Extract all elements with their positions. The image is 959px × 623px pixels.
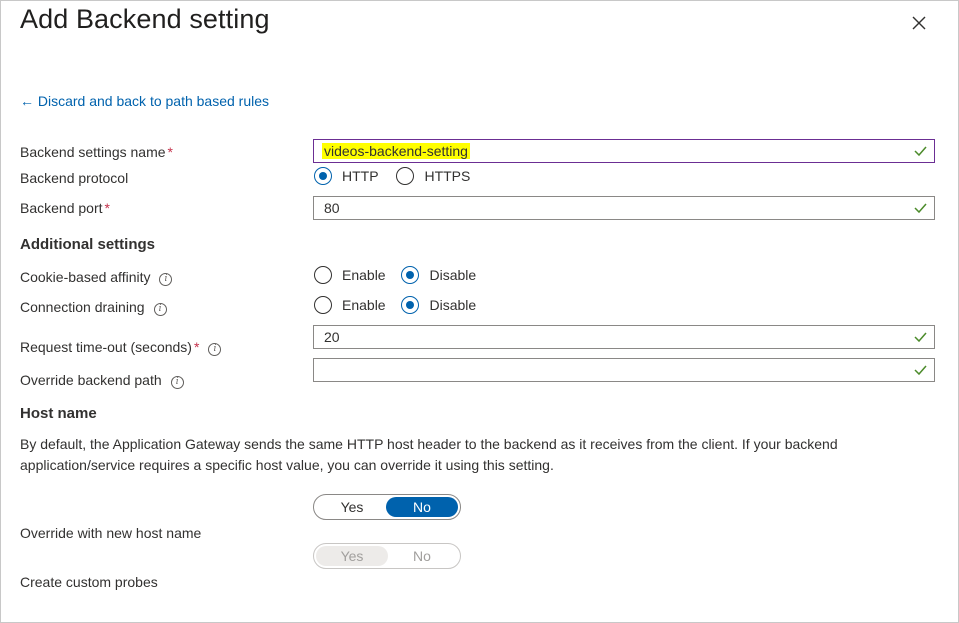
radio-selected-icon	[401, 296, 420, 314]
draining-disable-label: Disable	[429, 297, 477, 313]
info-icon[interactable]: i	[159, 273, 173, 286]
valid-check-icon	[914, 203, 927, 214]
backend-port-value: 80	[324, 200, 340, 216]
override-path-input[interactable]	[313, 358, 935, 382]
required-mark: *	[167, 144, 173, 160]
override-host-no[interactable]: No	[386, 497, 458, 517]
draining-enable-radio[interactable]: Enable	[314, 296, 386, 314]
custom-probes-yes: Yes	[316, 546, 388, 566]
override-host-label: Override with new host name	[20, 525, 202, 541]
valid-check-icon	[914, 332, 927, 343]
backend-port-input[interactable]: 80	[313, 196, 935, 220]
protocol-http-radio[interactable]: HTTP	[314, 167, 379, 185]
additional-settings-heading: Additional settings	[20, 236, 155, 253]
host-name-description: By default, the Application Gateway send…	[20, 436, 838, 473]
custom-probes-no: No	[413, 548, 431, 564]
affinity-enable-label: Enable	[342, 267, 386, 283]
request-timeout-value: 20	[324, 329, 340, 345]
protocol-https-radio[interactable]: HTTPS	[396, 167, 470, 185]
backend-protocol-label: Backend protocol	[20, 170, 129, 186]
panel-title: Add Backend setting	[20, 4, 270, 34]
radio-selected-icon	[314, 167, 332, 185]
discard-back-link[interactable]: ← Discard and back to path based rules	[20, 93, 269, 109]
backend-name-value: videos-backend-setting	[322, 143, 470, 159]
backend-port-label-text: Backend port	[20, 200, 103, 216]
host-name-heading: Host name	[20, 405, 97, 422]
radio-unselected-icon	[396, 167, 415, 185]
affinity-enable-radio[interactable]: Enable	[314, 266, 386, 284]
backend-name-label: Backend settings name *	[20, 144, 173, 160]
protocol-radio-group: HTTP HTTPS	[314, 167, 470, 188]
protocol-http-label: HTTP	[342, 168, 379, 184]
override-path-label-text: Override backend path	[20, 372, 162, 388]
radio-unselected-icon	[314, 296, 332, 314]
backend-name-label-text: Backend settings name	[20, 144, 166, 160]
info-icon[interactable]: i	[153, 303, 167, 316]
info-icon[interactable]: i	[208, 343, 222, 356]
draining-enable-label: Enable	[342, 297, 386, 313]
override-path-label: Override backend path i	[20, 372, 184, 389]
custom-probes-label: Create custom probes	[20, 574, 158, 590]
request-timeout-input[interactable]: 20	[313, 325, 935, 349]
required-mark: *	[193, 339, 200, 355]
radio-unselected-icon	[314, 266, 332, 284]
request-timeout-label-text: Request time-out (seconds)	[20, 339, 192, 355]
required-mark: *	[104, 200, 110, 216]
draining-radio-group: Enable Disable	[314, 296, 476, 317]
affinity-radio-group: Enable Disable	[314, 266, 476, 287]
connection-draining-label-text: Connection draining	[20, 299, 145, 315]
request-timeout-label: Request time-out (seconds) * i	[20, 339, 222, 356]
close-icon[interactable]	[909, 13, 929, 33]
radio-selected-icon	[401, 266, 420, 284]
protocol-https-label: HTTPS	[424, 168, 471, 184]
custom-probes-toggle: Yes No	[313, 543, 461, 569]
valid-check-icon	[914, 146, 927, 157]
affinity-disable-radio[interactable]: Disable	[401, 266, 476, 284]
backend-port-label: Backend port *	[20, 200, 110, 216]
valid-check-icon	[914, 365, 927, 376]
affinity-disable-label: Disable	[429, 267, 477, 283]
add-backend-setting-panel: Add Backend setting ← Discard and back t…	[0, 0, 959, 623]
connection-draining-label: Connection draining i	[20, 299, 167, 316]
override-host-toggle[interactable]: Yes No	[313, 494, 461, 520]
info-icon[interactable]: i	[170, 376, 184, 389]
override-host-yes[interactable]: Yes	[316, 497, 388, 517]
cookie-affinity-label-text: Cookie-based affinity	[20, 269, 151, 285]
cookie-affinity-label: Cookie-based affinity i	[20, 269, 173, 286]
backend-name-input[interactable]: videos-backend-setting	[313, 139, 935, 163]
draining-disable-radio[interactable]: Disable	[401, 296, 476, 314]
